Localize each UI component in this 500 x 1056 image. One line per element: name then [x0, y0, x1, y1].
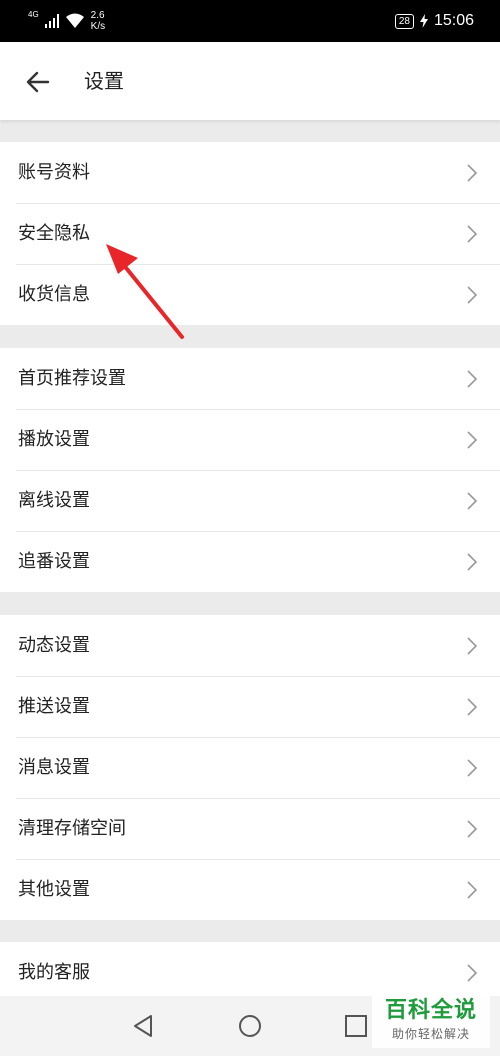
back-button[interactable] [20, 64, 56, 100]
settings-item-label: 动态设置 [18, 635, 90, 656]
chevron-right-icon [467, 698, 478, 716]
settings-item-label: 收货信息 [18, 284, 90, 305]
settings-group-support: 我的客服 [0, 942, 500, 1003]
settings-item-playback[interactable]: 播放设置 [0, 409, 500, 470]
settings-item-label: 清理存储空间 [18, 818, 126, 839]
nav-recents-button[interactable] [342, 1012, 370, 1040]
settings-item-label: 我的客服 [18, 962, 90, 983]
settings-group-notifications: 动态设置 推送设置 消息设置 清理存储空间 其他设置 [0, 615, 500, 920]
settings-item-push[interactable]: 推送设置 [0, 676, 500, 737]
settings-screen: 4G 2.6 K/s 28 15:06 设置 账号资料 安全隐私 收货信息 首页… [0, 0, 500, 1056]
settings-item-messages[interactable]: 消息设置 [0, 737, 500, 798]
settings-item-label: 消息设置 [18, 757, 90, 778]
settings-item-feed[interactable]: 动态设置 [0, 615, 500, 676]
settings-item-label: 其他设置 [18, 879, 90, 900]
settings-item-clear-storage[interactable]: 清理存储空间 [0, 798, 500, 859]
settings-item-label: 追番设置 [18, 551, 90, 572]
network-type: 4G [28, 10, 39, 19]
settings-item-label: 离线设置 [18, 490, 90, 511]
settings-item-home-recommend[interactable]: 首页推荐设置 [0, 348, 500, 409]
page-title: 设置 [84, 69, 124, 93]
settings-item-label: 播放设置 [18, 429, 90, 450]
settings-item-customer-service[interactable]: 我的客服 [0, 942, 500, 1003]
circle-home-icon [239, 1015, 261, 1037]
triangle-back-icon [134, 1015, 152, 1037]
status-bar: 4G 2.6 K/s 28 15:06 [0, 0, 500, 42]
settings-item-shipping-info[interactable]: 收货信息 [0, 264, 500, 325]
battery-icon: 28 [394, 13, 414, 29]
chevron-right-icon [467, 964, 478, 982]
settings-item-other[interactable]: 其他设置 [0, 859, 500, 920]
network-speed: 2.6 K/s [91, 10, 105, 32]
chevron-right-icon [467, 881, 478, 899]
nav-home-button[interactable] [236, 1012, 264, 1040]
status-right: 28 15:06 [394, 8, 474, 34]
chevron-right-icon [467, 286, 478, 304]
chevron-right-icon [467, 164, 478, 182]
speed-unit: K/s [90, 21, 106, 32]
settings-item-follow-anime[interactable]: 追番设置 [0, 531, 500, 592]
arrow-left-icon [26, 71, 50, 93]
settings-item-account-profile[interactable]: 账号资料 [0, 142, 500, 203]
settings-item-label: 首页推荐设置 [18, 368, 126, 389]
chevron-right-icon [467, 820, 478, 838]
status-left: 4G 2.6 K/s [28, 8, 105, 34]
wifi-icon [65, 13, 84, 28]
settings-item-label: 安全隐私 [18, 223, 90, 244]
watermark-title: 百科全说 [384, 998, 477, 1023]
nav-back-button[interactable] [130, 1012, 158, 1040]
signal-icon [44, 14, 59, 28]
chevron-right-icon [467, 431, 478, 449]
chevron-right-icon [467, 225, 478, 243]
chevron-right-icon [467, 492, 478, 510]
settings-group-playback: 首页推荐设置 播放设置 离线设置 追番设置 [0, 348, 500, 592]
settings-item-security-privacy[interactable]: 安全隐私 [0, 203, 500, 264]
watermark-subtitle: 助你轻松解决 [391, 1027, 470, 1041]
chevron-right-icon [467, 759, 478, 777]
app-header: 设置 [0, 42, 500, 120]
settings-item-offline[interactable]: 离线设置 [0, 470, 500, 531]
square-recents-icon [345, 1015, 367, 1037]
chevron-right-icon [467, 370, 478, 388]
clock: 15:06 [433, 12, 474, 29]
speed-value: 2.6 [90, 10, 105, 21]
charging-icon [419, 14, 428, 28]
chevron-right-icon [467, 553, 478, 571]
settings-group-account: 账号资料 安全隐私 收货信息 [0, 142, 500, 325]
watermark-logo: 百科全说 助你轻松解决 [372, 996, 490, 1048]
settings-item-label: 账号资料 [18, 162, 90, 183]
chevron-right-icon [467, 637, 478, 655]
settings-item-label: 推送设置 [18, 696, 90, 717]
